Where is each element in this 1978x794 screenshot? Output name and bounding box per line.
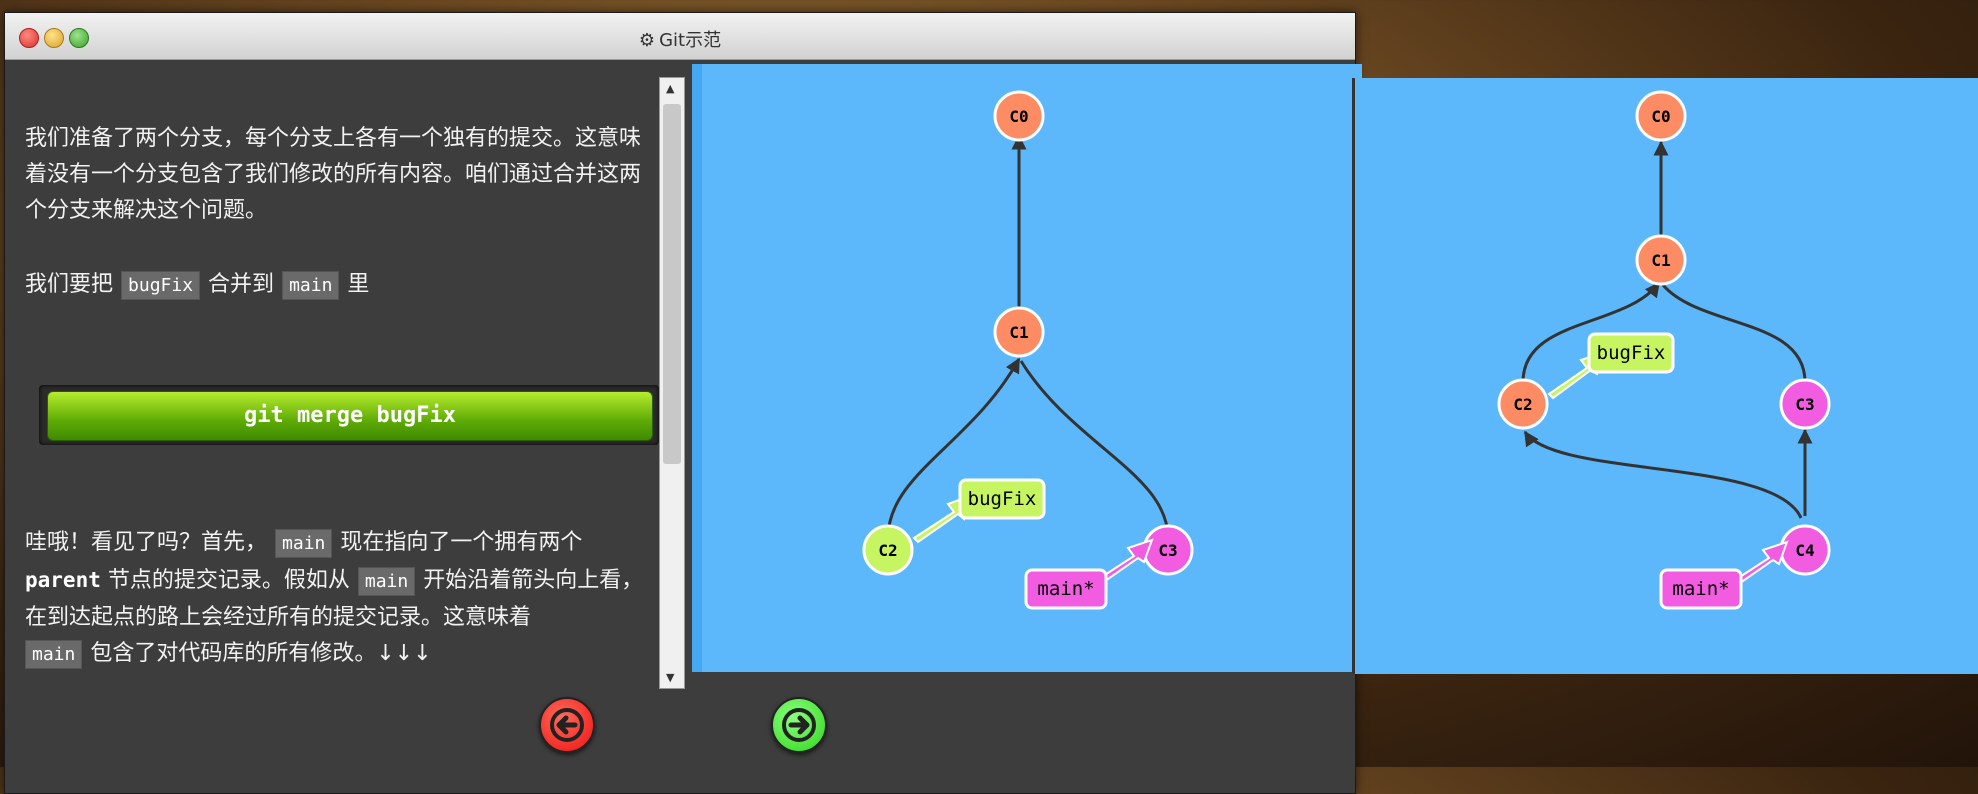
inline-code-main: main: [282, 271, 340, 300]
scroll-thumb[interactable]: [663, 104, 681, 464]
window-title: ⚙ Git示范: [638, 30, 722, 51]
inline-code-bugfix: bugFix: [121, 271, 201, 300]
commit-c3[interactable]: C3: [1142, 524, 1194, 576]
commit-c2[interactable]: C2: [1497, 378, 1549, 430]
edge-c3-c1: [1661, 284, 1807, 383]
inline-code-main: main: [275, 529, 333, 558]
svg-text:bugFix: bugFix: [1597, 342, 1666, 364]
svg-text:C0: C0: [1651, 107, 1670, 126]
svg-text:main*: main*: [1672, 578, 1729, 600]
lesson-paragraph-1: 我们准备了两个分支，每个分支上各有一个独有的提交。这意味着没有一个分支包含了我们…: [25, 126, 642, 223]
lesson-paragraph-3: 哇哦！看见了吗？首先， main 现在指向了一个拥有两个 parent 节点的提交记录…: [25, 525, 655, 673]
commit-c0[interactable]: C0: [993, 90, 1045, 142]
prev-step-button[interactable]: [539, 697, 595, 753]
commit-graph-before: C0 C1 C2 C3 bugFix main*: [862, 90, 1194, 610]
command-box: git merge bugFix: [39, 385, 659, 445]
svg-text:C4: C4: [1795, 541, 1814, 560]
scroll-up-icon[interactable]: ▲: [666, 82, 674, 95]
edge-c4-c2: [1523, 430, 1803, 519]
arrow-left-icon: [550, 708, 584, 742]
inline-code-main: main: [25, 640, 83, 669]
svg-text:C1: C1: [1009, 323, 1028, 342]
branch-main[interactable]: main*: [1024, 538, 1154, 610]
lesson-paragraph-2: 我们要把 bugFix 合并到 main 里: [25, 267, 655, 304]
inline-code-parent: parent: [25, 568, 101, 592]
text-scrollbar[interactable]: ▲ ▼: [659, 77, 685, 689]
branch-bugfix[interactable]: bugFix: [912, 478, 1046, 544]
commit-c0[interactable]: C0: [1635, 90, 1687, 142]
svg-text:C2: C2: [1513, 395, 1532, 414]
commit-graph-after: C0 C1 C2 C3 C4 bugFix main*: [1497, 90, 1831, 610]
lesson-text-panel: 我们准备了两个分支，每个分支上各有一个独有的提交。这意味着没有一个分支包含了我们…: [17, 83, 659, 693]
svg-text:C3: C3: [1795, 395, 1814, 414]
svg-text:C0: C0: [1009, 107, 1028, 126]
svg-text:C2: C2: [878, 541, 897, 560]
commit-c1[interactable]: C1: [1635, 234, 1687, 286]
graph-before-canvas: C0 C1 C2 C3 bugFix main*: [692, 64, 1362, 672]
svg-text:C1: C1: [1651, 251, 1670, 270]
svg-text:main*: main*: [1037, 578, 1094, 600]
next-step-button[interactable]: [771, 697, 827, 753]
title-bar: ⚙ Git示范: [5, 13, 1355, 60]
scroll-down-icon[interactable]: ▼: [666, 671, 674, 684]
commit-c4[interactable]: C4: [1779, 524, 1831, 576]
commit-c2[interactable]: C2: [862, 524, 914, 576]
inline-code-main: main: [357, 567, 416, 596]
arrow-right-icon: [782, 708, 816, 742]
branch-main[interactable]: main*: [1659, 540, 1789, 610]
commit-c3[interactable]: C3: [1779, 378, 1831, 430]
commit-c1[interactable]: C1: [993, 306, 1045, 358]
graph-after-canvas: C0 C1 C2 C3 C4 bugFix main*: [1352, 78, 1978, 674]
svg-text:bugFix: bugFix: [968, 488, 1037, 510]
branch-bugfix[interactable]: bugFix: [1547, 332, 1675, 400]
svg-text:C3: C3: [1158, 541, 1177, 560]
run-command-button[interactable]: git merge bugFix: [47, 391, 653, 441]
gear-icon: ⚙: [638, 30, 656, 51]
